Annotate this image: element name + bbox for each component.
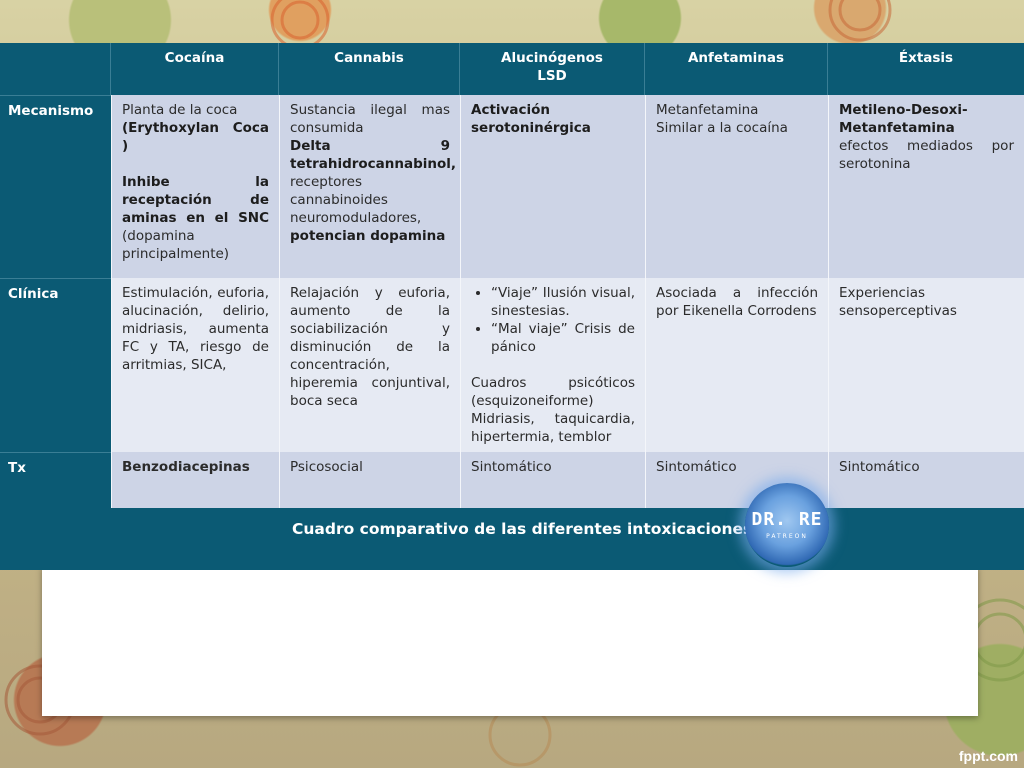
text: Midriasis, taquicardia, hipertermia, tem… (471, 411, 635, 445)
cell-mecanismo-cocaina: Planta de la coca (Erythoxylan Coca ) In… (111, 95, 279, 278)
text-bold: Metileno-Desoxi-Metanfetamina (839, 102, 968, 136)
text: (dopamina principalmente) (122, 228, 230, 262)
header-cocaina: Cocaína (111, 43, 279, 95)
table-row-mecanismo: Mecanismo Planta de la coca (Erythoxylan… (0, 95, 1024, 278)
text-bold: Delta 9 tetrahidrocannabinol, (290, 138, 457, 172)
cell-clinica-cocaina: Estimulación, euforia, alucinación, deli… (111, 278, 279, 452)
content-panel (42, 566, 978, 716)
text-bold: Inhibe la receptación de aminas en el SN… (122, 174, 269, 226)
text: Cuadros psicóticos (esquizoneiforme) (471, 375, 635, 409)
slide-title: Cuadro comparativo de las diferentes int… (292, 520, 753, 538)
header-extasis: Éxtasis (828, 43, 1024, 95)
text: receptores cannabinoides neuromoduladore… (290, 174, 422, 226)
header-alucinogenos: Alucinógenos LSD (460, 43, 645, 95)
cell-mecanismo-alucinogenos: Activación serotoninérgica (460, 95, 645, 278)
comparison-table: Cocaína Cannabis Alucinógenos LSD Anfeta… (0, 43, 1024, 508)
header-row: Cocaína Cannabis Alucinógenos LSD Anfeta… (0, 43, 1024, 95)
text: Metanfetamina (656, 102, 759, 118)
list-item: “Mal viaje” Crisis de pánico (491, 320, 635, 356)
cell-clinica-anfetaminas: Asociada a infección por Eikenella Corro… (645, 278, 828, 452)
footer-bar: Cuadro comparativo de las diferentes int… (0, 483, 1024, 570)
cell-clinica-extasis: Experiencias sensoperceptivas (828, 278, 1024, 452)
row-label-mecanismo: Mecanismo (0, 95, 111, 278)
text: efectos mediados por serotonina (839, 138, 1014, 172)
cell-tx-cocaina: Benzodiacepinas (111, 452, 279, 508)
text: Similar a la cocaína (656, 120, 788, 136)
text-bold: (Erythoxylan Coca ) (122, 120, 269, 154)
text-bold: potencian dopamina (290, 228, 446, 244)
table-row-clinica: Clínica Estimulación, euforia, alucinaci… (0, 278, 1024, 452)
dr-re-logo: DR. RE PATREON (745, 483, 829, 567)
header-alucinogenos-sub: LSD (537, 68, 567, 84)
text-bold: Activación serotoninérgica (471, 102, 591, 136)
list-item: “Viaje” Ilusión visual, sinestesias. (491, 284, 635, 320)
comparison-table-container: Cocaína Cannabis Alucinógenos LSD Anfeta… (0, 43, 1024, 513)
header-anfetaminas: Anfetaminas (645, 43, 828, 95)
header-corner (0, 43, 111, 95)
cell-clinica-cannabis: Relajación y euforia, aumento de la soci… (279, 278, 460, 452)
row-label-clinica: Clínica (0, 278, 111, 452)
logo-text: DR. RE (751, 509, 823, 530)
header-cannabis: Cannabis (279, 43, 460, 95)
text: Planta de la coca (122, 102, 238, 118)
cell-clinica-alucinogenos: “Viaje” Ilusión visual, sinestesias. “Ma… (460, 278, 645, 452)
cell-mecanismo-anfetaminas: Metanfetamina Similar a la cocaína (645, 95, 828, 278)
cell-mecanismo-cannabis: Sustancia ilegal mas consumida Delta 9 t… (279, 95, 460, 278)
bullet-list: “Viaje” Ilusión visual, sinestesias. “Ma… (471, 284, 635, 356)
table-row-tx: Tx Benzodiacepinas Psicosocial Sintomáti… (0, 452, 1024, 508)
row-label-tx: Tx (0, 452, 111, 508)
cell-tx-cannabis: Psicosocial (279, 452, 460, 508)
cell-mecanismo-extasis: Metileno-Desoxi-Metanfetamina efectos me… (828, 95, 1024, 278)
cell-tx-alucinogenos: Sintomático (460, 452, 645, 508)
cell-tx-extasis: Sintomático (828, 452, 1024, 508)
logo-subtext: PATREON (766, 533, 808, 540)
text: Sustancia ilegal mas consumida (290, 102, 450, 136)
header-alucinogenos-label: Alucinógenos (501, 50, 603, 66)
watermark: fppt.com (958, 748, 1018, 764)
